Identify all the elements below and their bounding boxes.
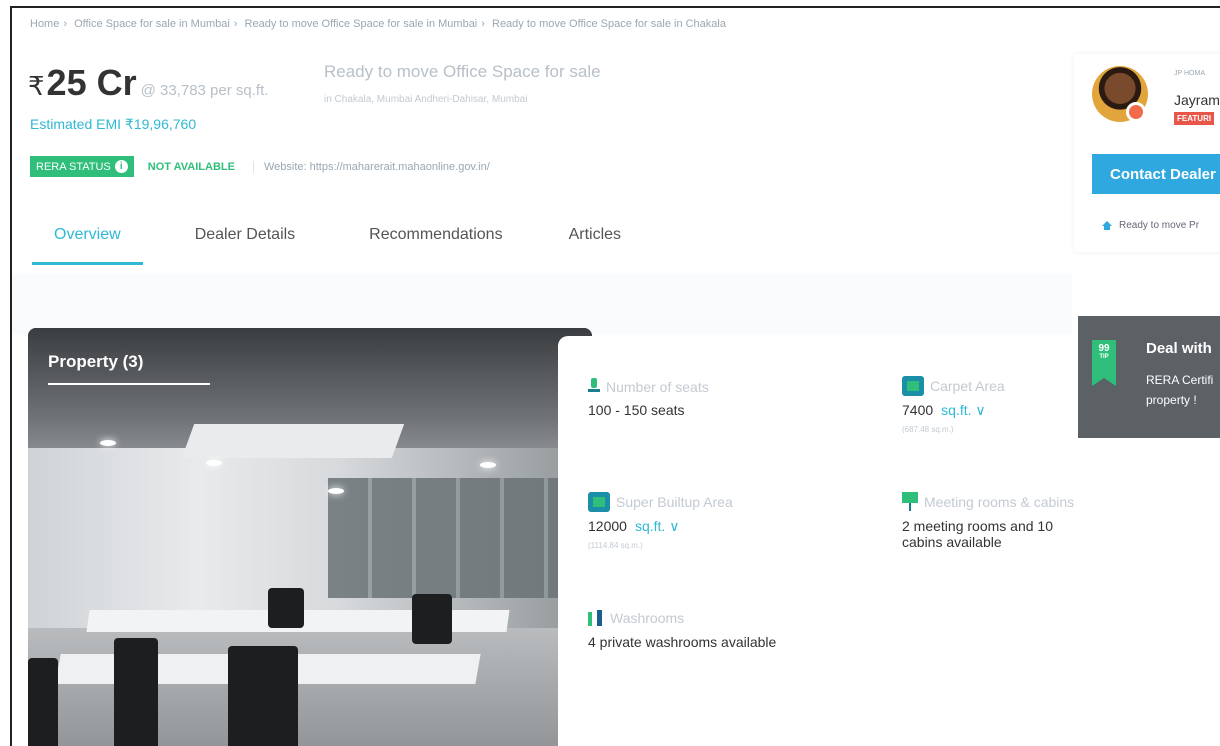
breadcrumb-home[interactable]: Home [30,18,59,30]
award-medal-icon [1126,102,1146,122]
rera-website[interactable]: Website: https://maharerait.mahaonline.g… [252,160,490,173]
photo-title-underline [48,383,210,385]
carpet-area-value: 7400 [902,402,934,418]
breadcrumb-office-mumbai[interactable]: Office Space for sale in Mumbai [74,18,230,30]
listing-title-block: Ready to move Office Space for sale in C… [324,62,601,105]
property-details-panel: Number of seats 100 - 150 seats Carpet A… [558,336,1088,746]
tip-title: Deal with [1146,340,1212,357]
meeting-rooms-value: 2 meeting rooms and 10 cabins available [902,518,1053,550]
featured-badge: FEATURI [1174,112,1215,125]
dealer-company: JP HOMA [1174,70,1205,77]
chevron-down-icon: ∨ [669,518,680,534]
tab-recommendations[interactable]: Recommendations [369,226,502,265]
super-builtup-sqm: (1114.84 sq.m.) [588,541,643,550]
breadcrumb-ready-chakala[interactable]: Ready to move Office Space for sale in C… [492,18,726,30]
meeting-icon [902,492,918,512]
area-icon [588,492,610,512]
dealer-card: JP HOMA Jayram FEATURI Contact Dealer Re… [1074,54,1220,252]
field-carpet-area: Carpet Area 7400 sq.ft. ∨ (687.48 sq.m.) [902,376,1005,434]
dealer-listing-line[interactable]: Ready to move Pr [1102,220,1199,231]
seat-icon [588,378,600,396]
field-super-builtup: Super Builtup Area 12000 sq.ft. ∨ (1114.8… [588,492,733,550]
washroom-icon [588,608,604,628]
rupee-symbol: ₹ [28,71,45,101]
tip-card: 99 TIP Deal with RERA Certifi property ! [1078,316,1220,438]
rera-status-badge: RERA STATUS i [30,156,134,177]
field-meeting-rooms: Meeting rooms & cabins 2 meeting rooms a… [902,492,1088,550]
price-row: ₹ 25 Cr @ 33,783 per sq.ft. [28,62,268,104]
page-frame: Home › Office Space for sale in Mumbai › R… [10,6,1220,746]
listing-location: in Chakala, Mumbai Andheri-Dahisar, Mumb… [324,94,528,105]
carpet-unit-dropdown[interactable]: sq.ft. ∨ [941,402,986,418]
seats-value: 100 - 150 seats [588,402,685,418]
property-photo[interactable]: Property (3) [28,328,592,746]
rera-row: RERA STATUS i NOT AVAILABLE Website: htt… [30,156,490,177]
chevron-down-icon: ∨ [975,402,986,418]
tip-badge-icon: 99 TIP [1092,340,1116,386]
tab-dealer-details[interactable]: Dealer Details [195,226,295,265]
breadcrumb-ready-mumbai[interactable]: Ready to move Office Space for sale in M… [245,18,478,30]
info-icon[interactable]: i [114,160,128,173]
section-background [12,274,1072,334]
price: 25 Cr [46,62,137,103]
super-unit-dropdown[interactable]: sq.ft. ∨ [635,518,680,534]
dealer-name[interactable]: Jayram [1174,92,1220,108]
home-icon [1102,221,1112,230]
estimated-emi-link[interactable]: Estimated EMI ₹19,96,760 [30,116,196,133]
tab-bar: Overview Dealer Details Recommendations … [32,226,621,265]
tab-articles[interactable]: Articles [569,226,621,265]
rera-status-value: NOT AVAILABLE [147,160,235,173]
contact-dealer-button[interactable]: Contact Dealer [1092,154,1220,194]
tab-overview[interactable]: Overview [32,226,143,265]
tip-text: RERA Certifi property ! [1146,373,1214,407]
price-per-sqft: @ 33,783 per sq.ft. [140,82,269,99]
photo-title: Property (3) [48,352,144,371]
area-icon [902,376,924,396]
breadcrumb: Home › Office Space for sale in Mumbai › R… [30,18,726,30]
super-builtup-value: 12000 [588,518,627,534]
rera-status-label: RERA STATUS [36,160,111,173]
field-washrooms: Washrooms 4 private washrooms available [588,608,777,650]
carpet-area-sqm: (687.48 sq.m.) [902,425,954,434]
washrooms-value: 4 private washrooms available [588,634,777,650]
listing-title: Ready to move Office Space for sale [324,62,601,81]
field-seats: Number of seats 100 - 150 seats [588,378,709,418]
